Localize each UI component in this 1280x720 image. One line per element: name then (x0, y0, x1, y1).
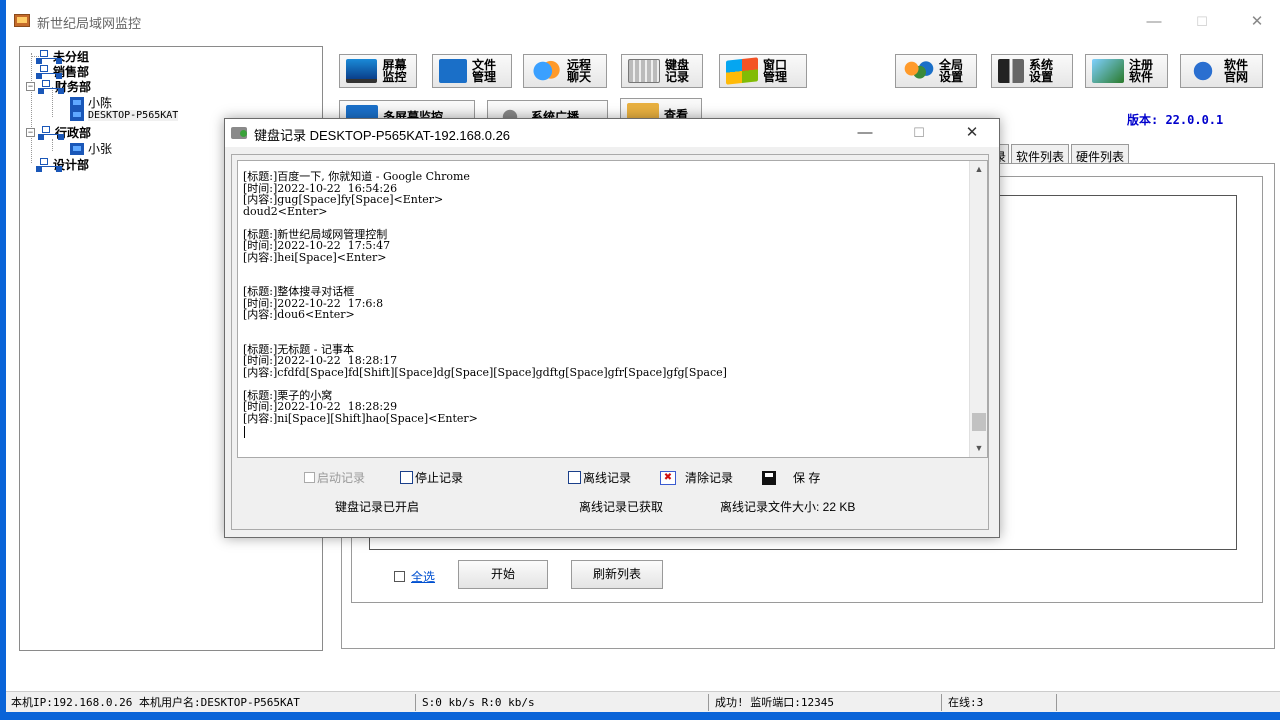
remote-chat-button[interactable]: 远程聊天 (523, 54, 607, 88)
maximize-button[interactable]: ☐ (1179, 10, 1225, 34)
keyboard-log-icon (231, 127, 247, 139)
keyboard-icon (628, 59, 660, 83)
save-icon (762, 470, 776, 485)
tree-group-design[interactable]: 设计部 (27, 156, 89, 173)
software-website-button[interactable]: 软件官网 (1180, 54, 1263, 88)
log-blank-line (243, 217, 963, 229)
status-listen-port: 成功! 监听端口:12345 (712, 694, 942, 711)
collapse-icon[interactable]: − (26, 82, 35, 91)
keyboard-log-content: [标题:]百度一下, 你就知道 - Google Chrome [时间:]2022… (243, 171, 963, 424)
tree-pc-xiaozhang[interactable]: 小张 (70, 140, 112, 157)
checkbox-icon[interactable] (394, 571, 405, 582)
chat-icon (530, 59, 562, 83)
offline-filesize-label: 离线记录文件大小: 22 KB (720, 500, 856, 514)
users-icon (902, 59, 934, 83)
log-blank-line (243, 378, 963, 390)
register-software-button[interactable]: 注册软件 (1085, 54, 1168, 88)
log-blank-line (243, 263, 963, 275)
log-line: [内容:]hei[Space]<Enter> (243, 250, 387, 264)
keyboard-log-dialog: 键盘记录 DESKTOP-P565KAT-192.168.0.26 — ☐ ✕ … (224, 118, 1000, 538)
scroll-up-icon[interactable]: ▲ (970, 161, 987, 178)
folder-icon (439, 59, 467, 83)
clear-icon: ✖ (660, 470, 676, 485)
dialog-title: 键盘记录 DESKTOP-P565KAT-192.168.0.26 (254, 128, 511, 143)
start-record-checkbox[interactable]: 启动记录 (304, 469, 365, 486)
clear-record-button[interactable]: ✖ 清除记录 (660, 469, 733, 486)
refresh-list-button[interactable]: 刷新列表 (571, 560, 663, 589)
keyboard-log-button[interactable]: 键盘记录 (621, 54, 703, 88)
monitor-icon (346, 59, 378, 83)
computer-icon (70, 142, 84, 155)
log-line: [内容:]dou6<Enter> (243, 308, 355, 321)
close-button[interactable]: ✕ (1234, 10, 1280, 34)
app-icon (14, 14, 30, 27)
global-settings-button[interactable]: 全局设置 (895, 54, 977, 88)
log-line: doud2<Enter> (243, 204, 328, 218)
system-settings-button[interactable]: 系统设置 (991, 54, 1073, 88)
select-all-checkbox[interactable]: 全选 (394, 568, 435, 585)
group-icon (37, 125, 64, 140)
log-blank-line (243, 332, 963, 344)
windows-logo-icon (726, 57, 758, 85)
log-line: [标题:]百度一下, 你就知道 - Google Chrome (243, 170, 470, 183)
computer-icon (70, 96, 84, 109)
status-speed: S:0 kb/s R:0 kb/s (419, 694, 709, 711)
checkbox-icon[interactable] (304, 472, 315, 483)
minimize-button[interactable]: — (1131, 10, 1177, 34)
record-status-label: 键盘记录已开启 (335, 500, 420, 514)
dialog-minimize-button[interactable]: — (843, 121, 887, 145)
status-online-count: 在线:3 (945, 694, 1057, 711)
keyboard-log-textarea[interactable]: [标题:]百度一下, 你就知道 - Google Chrome [时间:]2022… (237, 160, 988, 458)
dialog-title-bar: 键盘记录 DESKTOP-P565KAT-192.168.0.26 — ☐ ✕ (225, 119, 999, 147)
server-icon (998, 59, 1024, 83)
status-bar: 本机IP:192.168.0.26 本机用户名:DESKTOP-P565KAT … (6, 691, 1280, 712)
computer-icon (70, 109, 84, 121)
text-caret (244, 426, 245, 438)
scroll-thumb[interactable] (972, 413, 986, 431)
dialog-maximize-button[interactable]: ☐ (897, 121, 941, 145)
group-icon (35, 49, 62, 64)
screen-monitor-button[interactable]: 屏幕监控 (339, 54, 417, 88)
register-icon (1092, 59, 1124, 83)
dialog-body: [标题:]百度一下, 你就知道 - Google Chrome [时间:]2022… (231, 154, 989, 530)
window-title: 新世纪局域网监控 (37, 16, 142, 31)
version-label: 版本: 22.0.0.1 (1127, 113, 1224, 127)
globe-icon (1187, 59, 1219, 83)
group-icon (35, 64, 62, 79)
title-bar: 新世纪局域网监控 — ☐ ✕ (6, 0, 1280, 42)
log-line: [内容:]cfdfd[Space]fd[Shift][Space]dg[Spac… (243, 365, 727, 379)
window-manage-button[interactable]: 窗口管理 (719, 54, 807, 88)
log-line: [时间:]2022-10-22 18:28:17 (243, 354, 398, 367)
group-icon (35, 157, 62, 172)
offline-status-label: 离线记录已获取 (579, 500, 664, 514)
save-button[interactable]: 保 存 (762, 469, 820, 486)
scroll-down-icon[interactable]: ▼ (970, 440, 987, 457)
status-local-ip: 本机IP:192.168.0.26 本机用户名:DESKTOP-P565KAT (8, 694, 416, 711)
tree-pc-desktop-p565kat[interactable]: DESKTOP-P565KAT (70, 109, 179, 121)
log-line: [时间:]2022-10-22 18:28:29 (243, 400, 398, 413)
log-line: [标题:]整体搜寻对话框 (243, 285, 355, 298)
tree-group-admin[interactable]: − 行政部 (26, 124, 91, 141)
offline-record-checkbox[interactable]: 离线记录 (568, 469, 631, 486)
vertical-scrollbar[interactable]: ▲ ▼ (969, 161, 987, 457)
dialog-close-button[interactable]: ✕ (950, 121, 994, 145)
log-blank-line (243, 321, 963, 333)
log-line: [内容:]gug[Space]fy[Space]<Enter> (243, 193, 444, 206)
checkbox-icon[interactable] (568, 471, 581, 484)
log-line: [时间:]2022-10-22 17:5:47 (243, 239, 391, 252)
checkbox-icon[interactable] (400, 471, 413, 484)
collapse-icon[interactable]: − (26, 128, 35, 137)
file-manage-button[interactable]: 文件管理 (432, 54, 512, 88)
group-icon (37, 79, 64, 94)
tree-group-finance[interactable]: − 财务部 (26, 78, 91, 95)
stop-record-checkbox[interactable]: 停止记录 (400, 469, 463, 486)
start-button[interactable]: 开始 (458, 560, 548, 589)
log-line: [内容:]ni[Space][Shift]hao[Space]<Enter> (243, 411, 478, 425)
